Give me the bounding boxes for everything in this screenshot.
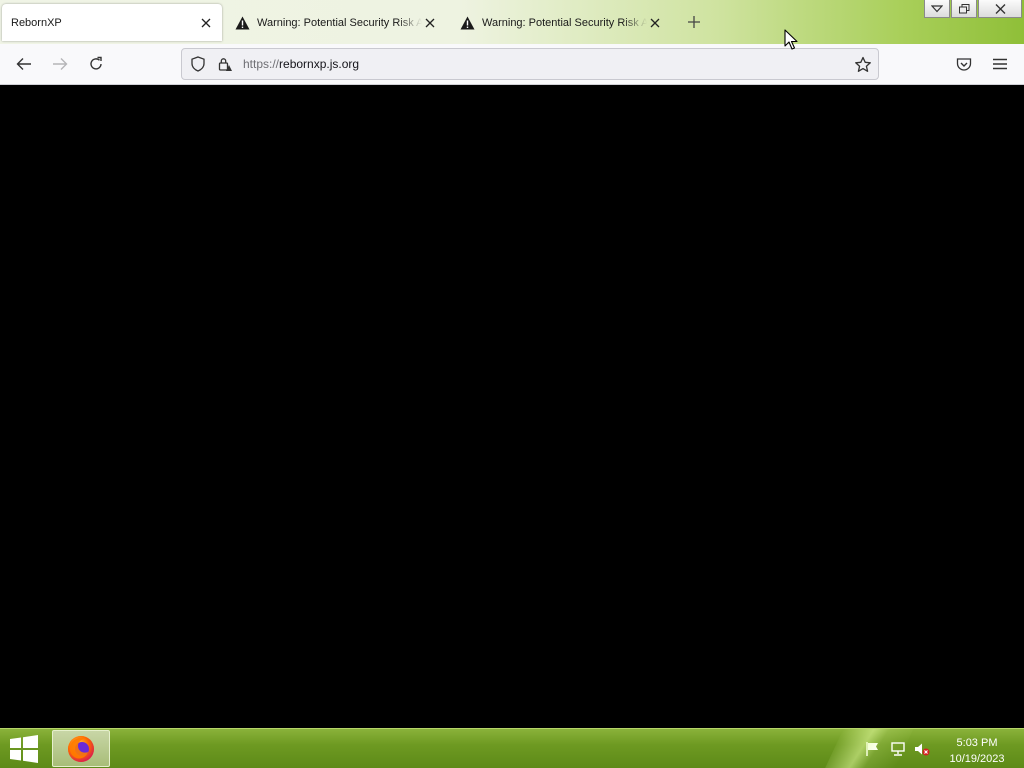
tab-title: Warning: Potential Security Risk Ahead <box>257 16 422 29</box>
url-text[interactable]: https://rebornxp.js.org <box>243 57 359 71</box>
window-controls <box>923 0 1022 18</box>
arrow-left-icon <box>16 58 31 70</box>
shield-icon[interactable] <box>190 56 206 72</box>
close-icon <box>995 3 1005 14</box>
close-icon[interactable] <box>422 15 438 31</box>
taskbar-firefox[interactable] <box>52 730 110 767</box>
system-clock[interactable]: 5:03 PM 10/19/2023 <box>944 735 1010 767</box>
volume-muted-icon[interactable] <box>914 741 930 757</box>
bookmark-star-icon[interactable] <box>854 56 872 74</box>
back-button[interactable] <box>14 54 34 74</box>
flag-icon[interactable] <box>865 741 881 757</box>
restore-button[interactable] <box>951 0 977 18</box>
tab-strip: RebornXP Warning: Potential Security Ris… <box>0 0 1024 44</box>
forward-button[interactable] <box>50 54 70 74</box>
warning-icon <box>235 15 250 30</box>
warning-icon <box>460 15 475 30</box>
arrow-right-icon <box>53 58 68 70</box>
navigation-toolbar: https://rebornxp.js.org <box>0 44 1024 85</box>
clock-time: 5:03 PM <box>956 737 998 749</box>
restore-icon <box>958 3 969 13</box>
minimize-button[interactable] <box>924 0 950 18</box>
address-bar[interactable]: https://rebornxp.js.org <box>181 48 879 80</box>
close-icon[interactable] <box>198 15 214 31</box>
reload-button[interactable] <box>86 54 106 74</box>
chevron-down-icon <box>931 4 943 12</box>
close-window-button[interactable] <box>978 0 1022 18</box>
lock-warning-icon[interactable] <box>217 56 233 72</box>
tab-title: Warning: Potential Security Risk Ahead <box>482 16 647 29</box>
hamburger-menu-icon <box>993 58 1007 70</box>
pocket-icon <box>956 57 972 71</box>
menu-button[interactable] <box>990 54 1010 74</box>
close-icon[interactable] <box>647 15 663 31</box>
pocket-button[interactable] <box>954 54 974 74</box>
reload-icon <box>90 56 102 70</box>
network-icon[interactable] <box>890 741 906 757</box>
url-host: rebornxp.js.org <box>279 57 360 71</box>
firefox-icon <box>68 735 94 762</box>
tab-security-warning-1[interactable]: Warning: Potential Security Risk Ahead <box>226 4 446 41</box>
page-content[interactable] <box>0 85 1024 728</box>
taskbar: 5:03 PM 10/19/2023 <box>0 728 1024 768</box>
tab-title: RebornXP <box>11 16 62 29</box>
start-button[interactable] <box>9 735 39 763</box>
clock-date: 10/19/2023 <box>949 753 1005 765</box>
tab-rebornxp[interactable]: RebornXP <box>2 4 222 41</box>
mouse-pointer-icon <box>784 29 798 50</box>
tab-security-warning-2[interactable]: Warning: Potential Security Risk Ahead <box>451 4 671 41</box>
url-scheme: https:// <box>243 57 280 71</box>
new-tab-button[interactable] <box>686 14 702 30</box>
